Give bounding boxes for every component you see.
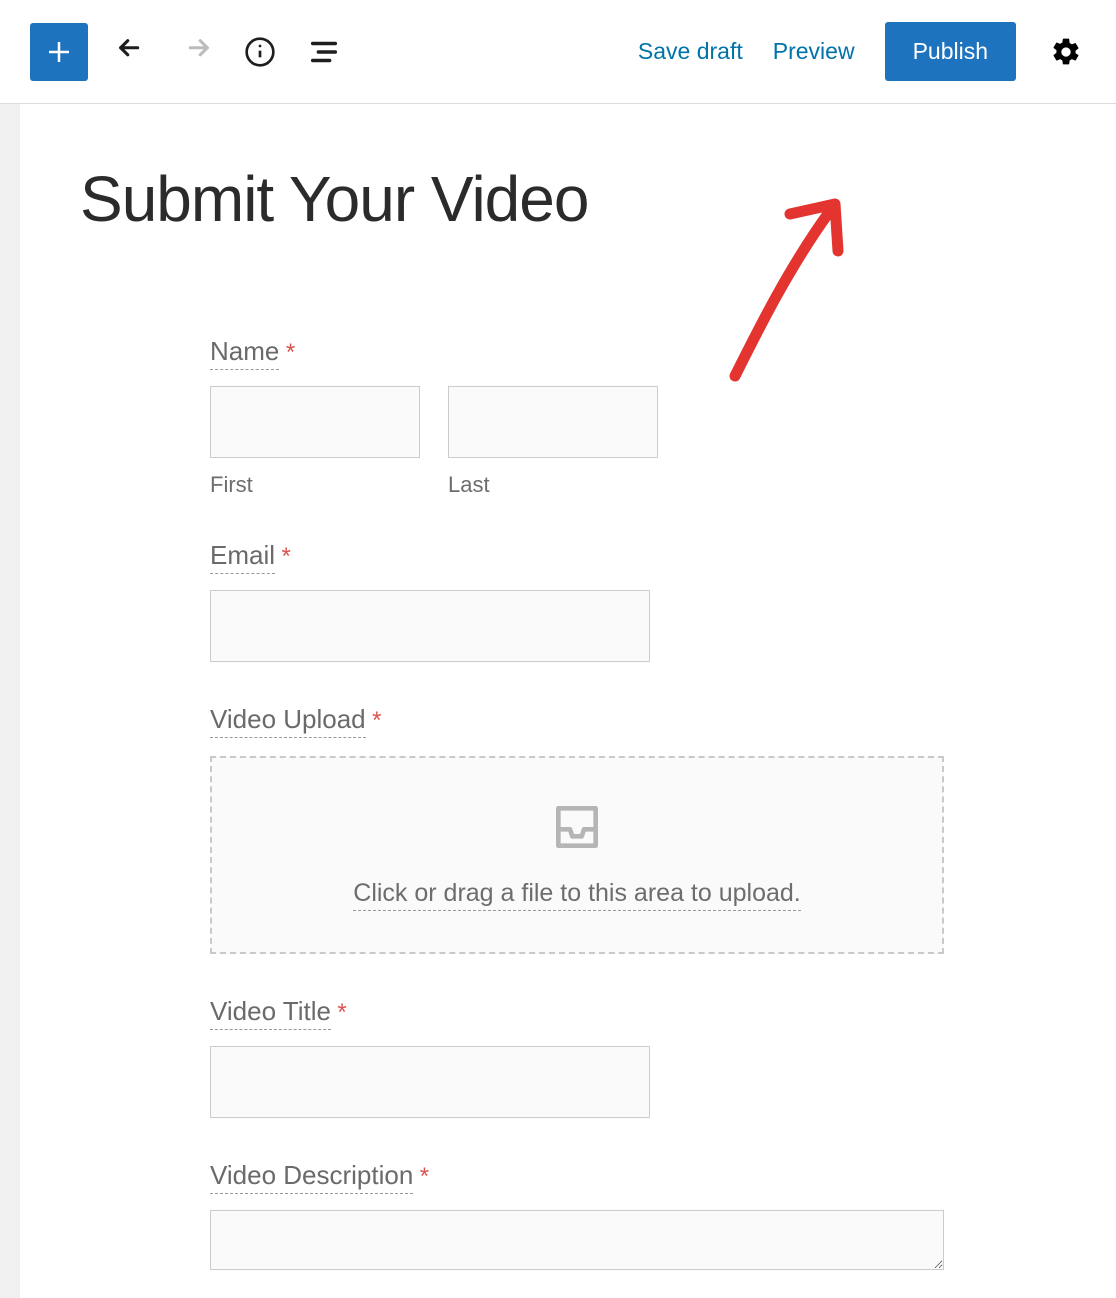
redo-icon <box>179 35 213 69</box>
upload-dropzone[interactable]: Click or drag a file to this area to upl… <box>210 756 944 954</box>
settings-button[interactable] <box>1046 32 1086 72</box>
undo-button[interactable] <box>112 32 152 72</box>
form-container: Name * First Last Email * Video Upload * <box>210 336 950 1275</box>
video-upload-field: Video Upload * Click or drag a file to t… <box>210 704 950 954</box>
add-block-button[interactable] <box>30 23 88 81</box>
publish-button[interactable]: Publish <box>885 22 1016 81</box>
required-marker: * <box>372 707 381 734</box>
gear-icon <box>1050 36 1082 68</box>
inbox-icon <box>549 799 605 855</box>
upload-hint: Click or drag a file to this area to upl… <box>353 879 800 911</box>
video-title-input[interactable] <box>210 1046 650 1118</box>
name-label: Name <box>210 336 279 370</box>
video-title-label: Video Title <box>210 996 331 1030</box>
video-title-field: Video Title * <box>210 996 950 1118</box>
toolbar-left <box>30 23 344 81</box>
video-upload-label: Video Upload <box>210 704 366 738</box>
undo-icon <box>115 35 149 69</box>
last-sublabel: Last <box>448 472 658 498</box>
info-icon <box>244 36 276 68</box>
toolbar-right: Save draft Preview Publish <box>638 22 1086 81</box>
info-button[interactable] <box>240 32 280 72</box>
plus-icon <box>44 37 74 67</box>
page-title[interactable]: Submit Your Video <box>80 162 1056 236</box>
required-marker: * <box>337 999 346 1026</box>
outline-button[interactable] <box>304 32 344 72</box>
editor-canvas: Submit Your Video Name * First Last Emai… <box>20 104 1116 1298</box>
email-input[interactable] <box>210 590 650 662</box>
redo-button[interactable] <box>176 32 216 72</box>
list-icon <box>307 35 341 69</box>
video-description-label: Video Description <box>210 1160 413 1194</box>
video-description-field: Video Description * <box>210 1160 950 1275</box>
name-field: Name * First Last <box>210 336 950 498</box>
required-marker: * <box>420 1163 429 1190</box>
required-marker: * <box>281 543 290 570</box>
preview-button[interactable]: Preview <box>773 38 855 65</box>
first-name-input[interactable] <box>210 386 420 458</box>
first-sublabel: First <box>210 472 420 498</box>
editor-toolbar: Save draft Preview Publish <box>0 0 1116 104</box>
last-name-input[interactable] <box>448 386 658 458</box>
video-description-input[interactable] <box>210 1210 944 1270</box>
email-label: Email <box>210 540 275 574</box>
email-field: Email * <box>210 540 950 662</box>
save-draft-button[interactable]: Save draft <box>638 38 743 65</box>
required-marker: * <box>286 339 295 366</box>
